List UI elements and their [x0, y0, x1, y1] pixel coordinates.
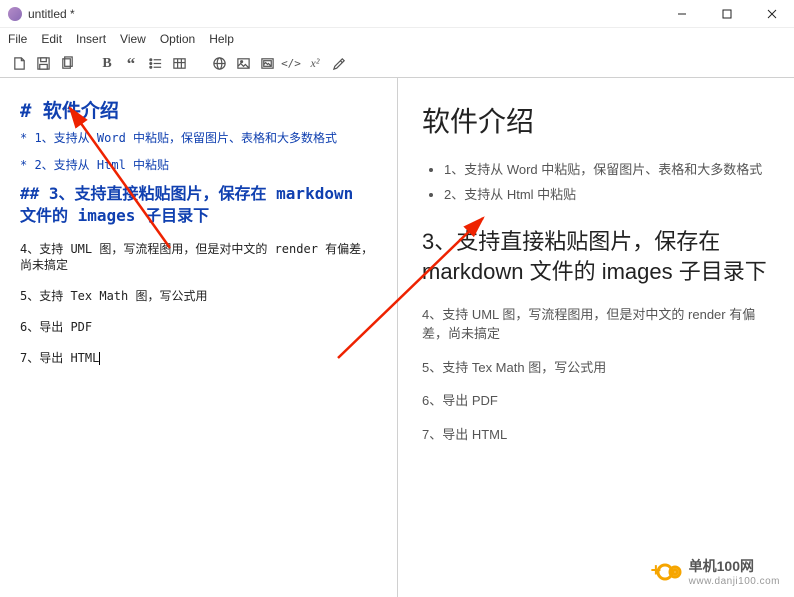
- table-button[interactable]: [168, 53, 190, 75]
- copy-button[interactable]: [56, 53, 78, 75]
- preview-li2: 2、支持从 Html 中粘贴: [444, 183, 770, 208]
- preview-p5: 5、支持 Tex Math 图，写公式用: [422, 358, 770, 378]
- editor-p5: 5、支持 Tex Math 图，写公式用: [20, 288, 377, 305]
- editor-li1: * 1、支持从 Word 中粘贴，保留图片、表格和大多数格式: [20, 129, 377, 148]
- list-button[interactable]: [144, 53, 166, 75]
- link-button[interactable]: [208, 53, 230, 75]
- preview-p4: 4、支持 UML 图，写流程图用，但是对中文的 render 有偏差，尚未搞定: [422, 305, 770, 344]
- watermark-logo: 单机100网 www.danji100.com: [653, 556, 780, 587]
- preview-p6: 6、导出 PDF: [422, 391, 770, 411]
- preview-h2: 3、支持直接粘贴图片，保存在 markdown 文件的 images 子目录下: [422, 227, 770, 286]
- watermark-domain: www.danji100.com: [689, 576, 780, 587]
- toolbar: B “ </> x²: [0, 50, 794, 78]
- editor-h1: # 软件介绍: [20, 96, 377, 123]
- minimize-button[interactable]: [659, 0, 704, 28]
- editor-li2: * 2、支持从 Html 中粘贴: [20, 156, 377, 175]
- text-cursor: [99, 352, 100, 365]
- menu-file[interactable]: File: [8, 32, 27, 46]
- image-button[interactable]: [232, 53, 254, 75]
- code-button[interactable]: </>: [280, 53, 302, 75]
- math-button[interactable]: x²: [304, 53, 326, 75]
- menu-edit[interactable]: Edit: [41, 32, 62, 46]
- menu-view[interactable]: View: [120, 32, 146, 46]
- menu-option[interactable]: Option: [160, 32, 195, 46]
- preview-list: 1、支持从 Word 中粘贴，保留图片、表格和大多数格式 2、支持从 Html …: [422, 158, 770, 207]
- watermark-name: 单机100网: [689, 558, 754, 574]
- editor-p6: 6、导出 PDF: [20, 319, 377, 336]
- close-button[interactable]: [749, 0, 794, 28]
- image-folder-button[interactable]: [256, 53, 278, 75]
- bold-button[interactable]: B: [96, 53, 118, 75]
- format-button[interactable]: [328, 53, 350, 75]
- editor-p7: 7、导出 HTML: [20, 350, 377, 367]
- window-titlebar: untitled *: [0, 0, 794, 28]
- quote-button[interactable]: “: [120, 53, 142, 75]
- menu-help[interactable]: Help: [209, 32, 234, 46]
- editor-h2: ## 3、支持直接粘贴图片，保存在 markdown 文件的 images 子目…: [20, 183, 377, 226]
- editor-p4: 4、支持 UML 图，写流程图用，但是对中文的 render 有偏差，尚未搞定: [20, 241, 377, 275]
- preview-p7: 7、导出 HTML: [422, 425, 770, 445]
- editor-pane[interactable]: # 软件介绍 * 1、支持从 Word 中粘贴，保留图片、表格和大多数格式 * …: [0, 78, 397, 597]
- preview-li1: 1、支持从 Word 中粘贴，保留图片、表格和大多数格式: [444, 158, 770, 183]
- app-icon: [8, 7, 22, 21]
- preview-h1: 软件介绍: [422, 100, 770, 140]
- save-button[interactable]: [32, 53, 54, 75]
- window-title: untitled *: [28, 7, 75, 21]
- maximize-button[interactable]: [704, 0, 749, 28]
- preview-pane: 软件介绍 1、支持从 Word 中粘贴，保留图片、表格和大多数格式 2、支持从 …: [397, 78, 794, 597]
- menu-insert[interactable]: Insert: [76, 32, 106, 46]
- new-file-button[interactable]: [8, 53, 30, 75]
- menubar: File Edit Insert View Option Help: [0, 28, 794, 50]
